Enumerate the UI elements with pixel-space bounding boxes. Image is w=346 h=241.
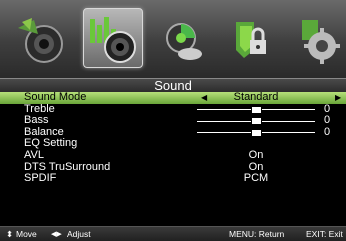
bass-slider-knob[interactable] (250, 118, 262, 125)
picture-icon[interactable] (12, 10, 70, 68)
sound-menu-list: Sound Mode ◀ Standard ▶ Treble 0 Bass 0 … (0, 91, 346, 185)
help-move: Move (16, 229, 37, 239)
help-exit: EXIT: Exit (306, 229, 343, 239)
menu-row-spdif[interactable]: SPDIF PCM (0, 173, 346, 185)
treble-slider-knob[interactable] (250, 106, 262, 113)
balance-value: 0 (324, 125, 331, 138)
up-down-arrow-icon: ⬍ (6, 229, 14, 239)
menu-row-avl[interactable]: AVL On (0, 148, 346, 162)
spdif-value: PCM (243, 172, 269, 185)
help-menu-return: MENU: Return (229, 229, 285, 239)
sound-mode-label: Sound Mode (24, 91, 87, 103)
sound-mode-value: Standard (233, 91, 279, 103)
tv-osd-menu: Sound Sound Mode ◀ Standard ▶ Treble 0 B… (0, 0, 346, 241)
lock-icon[interactable] (224, 10, 282, 68)
help-adjust: Adjust (67, 229, 91, 239)
right-arrow-icon[interactable]: ▶ (335, 92, 341, 104)
avl-label: AVL (24, 148, 44, 161)
left-right-arrow-icon: ◀▶ (51, 231, 62, 238)
menu-row-eq-setting[interactable]: EQ Setting (0, 138, 346, 150)
menu-row-sound-mode[interactable]: Sound Mode ◀ Standard ▶ (0, 91, 346, 104)
spdif-label: SPDIF (24, 172, 57, 185)
setup-icon[interactable] (292, 10, 346, 68)
balance-slider-knob[interactable] (250, 129, 262, 136)
top-menu-bar (0, 0, 346, 78)
sound-icon[interactable] (83, 8, 143, 68)
help-bar: ⬍ Move ◀▶ Adjust MENU: Return EXIT: Exit (0, 226, 346, 241)
avl-value: On (248, 148, 264, 161)
menu-row-treble[interactable]: Treble 0 (0, 103, 346, 116)
channel-icon[interactable] (154, 10, 212, 68)
